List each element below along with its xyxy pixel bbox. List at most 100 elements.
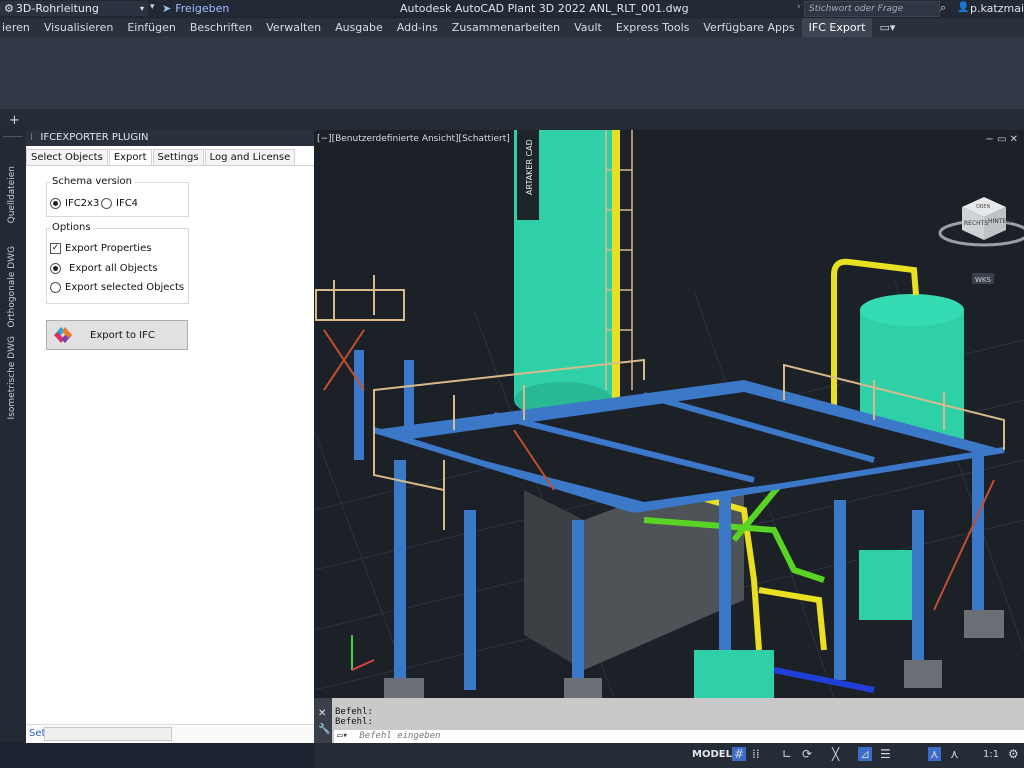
radio-export-selected[interactable]: Export selected Objects <box>50 282 184 293</box>
radio-empty-icon <box>50 282 61 293</box>
workspace-label: 3D-Rohrleitung <box>15 2 99 15</box>
app-title: Autodesk AutoCAD Plant 3D 2022 ANL_RLT_0… <box>400 2 689 15</box>
set-bar: Set <box>26 724 314 743</box>
lineweight-icon[interactable]: ☰ <box>880 747 891 761</box>
command-icon-strip: ✕ 🔧 <box>314 698 332 743</box>
annotation-scale-icon[interactable]: ⋏ <box>928 747 941 761</box>
polar-icon[interactable]: ⟳ <box>802 747 812 761</box>
radio-ifc2x3[interactable]: IFC2x3 <box>50 198 99 209</box>
grip-icon <box>3 136 23 143</box>
model-viewport[interactable]: ARTAKER CAD RECHTS HINTEN OBEN WKS [−][B… <box>314 130 1024 698</box>
checkmark-icon: ✓ <box>50 243 61 254</box>
tab-add-ins[interactable]: Add-ins <box>390 18 445 37</box>
tab-settings[interactable]: Settings <box>152 149 204 165</box>
ribbon-panel <box>0 37 1024 109</box>
paper-plane-icon: ➤ <box>162 2 172 15</box>
isodraft-icon[interactable]: ╳ <box>832 747 839 761</box>
radio-selected-icon <box>50 263 61 274</box>
viewport-controls-label[interactable]: [−][Benutzerdefinierte Ansicht][Schattie… <box>317 134 510 144</box>
workspace-dropdown[interactable]: ⚙ 3D-Rohrleitung ▾ <box>0 1 148 16</box>
tab-visualisieren[interactable]: Visualisieren <box>37 18 120 37</box>
search-icon[interactable]: ⌕ <box>940 1 946 15</box>
schema-version-label: Schema version <box>50 176 135 187</box>
quick-access-menu-icon[interactable]: ▾ <box>150 2 155 12</box>
export-all-label: Export all Objects <box>69 263 158 274</box>
grip-icon: ⁞ <box>30 132 34 143</box>
side-tab-quelldateien[interactable]: Quelldateien <box>7 166 17 223</box>
ifc-logo-icon <box>54 327 72 343</box>
viewcube-left-label: RECHTS <box>964 220 988 227</box>
ucs-icon <box>351 635 375 671</box>
gear-icon: ⚙ <box>4 2 14 15</box>
gear-icon[interactable]: ⚙ <box>1008 747 1019 761</box>
tab-vault[interactable]: Vault <box>567 18 609 37</box>
tab-ifc-export[interactable]: IFC Export <box>801 18 873 37</box>
command-placeholder: Befehl eingeben <box>359 731 441 741</box>
vessel-label: ARTAKER CAD <box>525 139 534 195</box>
tab-ieren[interactable]: ieren <box>0 18 37 37</box>
tab-ausgabe[interactable]: Ausgabe <box>328 18 390 37</box>
close-icon[interactable]: ✕ <box>318 708 326 719</box>
export-to-ifc-button[interactable]: Export to IFC <box>46 320 188 350</box>
tab-divider <box>26 165 314 166</box>
tab-zusammenarbeiten[interactable]: Zusammenarbeiten <box>445 18 567 37</box>
tab-log-and-license[interactable]: Log and License <box>204 149 296 165</box>
status-left-area <box>0 743 314 768</box>
side-tab-isometrische-dwg[interactable]: Isometrische DWG <box>7 336 17 419</box>
command-area: ✕ 🔧 Befehl: Befehl: ▭▾ Befehl eingeben <box>314 698 1024 743</box>
options-label: Options <box>50 222 93 233</box>
user-icon: 👤 <box>957 2 970 13</box>
tab-express-tools[interactable]: Express Tools <box>609 18 697 37</box>
ribbon-display-toggle-icon[interactable]: ▭▾ <box>872 18 902 37</box>
grid-icon[interactable]: # <box>732 747 747 761</box>
help-search-input[interactable]: Stichwort oder Frage eingeben <box>804 1 940 28</box>
tab-verwalten[interactable]: Verwalten <box>259 18 328 37</box>
tab-verfuegbare-apps[interactable]: Verfügbare Apps <box>696 18 801 37</box>
file-tab-bar <box>0 112 1024 130</box>
viewcube-right-label: HINTEN <box>988 218 1011 225</box>
side-palette-strip: Quelldateien Orthogonale DWG Isometrisch… <box>0 130 26 742</box>
plant-3d-model: ARTAKER CAD RECHTS HINTEN OBEN WKS <box>314 130 1024 698</box>
command-prompt-icon: ▭▾ <box>337 731 348 741</box>
set-link[interactable]: Set <box>29 728 45 739</box>
tab-einfuegen[interactable]: Einfügen <box>120 18 183 37</box>
share-label: Freigeben <box>175 2 230 15</box>
export-selected-label: Export selected Objects <box>65 282 185 293</box>
share-button[interactable]: ➤ Freigeben <box>162 1 229 16</box>
export-to-ifc-label: Export to IFC <box>90 329 155 341</box>
ifc2x3-label: IFC2x3 <box>65 198 100 209</box>
plugin-panel-title: IFCEXPORTER PLUGIN <box>40 132 149 143</box>
plugin-panel: Select Objects Export Settings Log and L… <box>26 146 314 743</box>
export-properties-checkbox[interactable]: ✓ Export Properties <box>50 243 151 254</box>
wrench-icon[interactable]: 🔧 <box>318 724 330 735</box>
command-input[interactable]: ▭▾ Befehl eingeben <box>334 730 1024 743</box>
command-history-line: Befehl: <box>335 717 373 727</box>
annotation-visibility-icon[interactable]: ⋏ <box>950 747 959 761</box>
scale-label[interactable]: 1:1 <box>983 749 999 760</box>
user-name[interactable]: p.katzmaier@ <box>970 2 1024 15</box>
ribbon-tab-bar: ieren Visualisieren Einfügen Beschriften… <box>0 18 1024 37</box>
ifc4-label: IFC4 <box>116 198 139 209</box>
wcs-label[interactable]: WKS <box>975 276 992 284</box>
viewport-window-controls[interactable]: − ▭ ✕ <box>985 134 1018 145</box>
osnap-icon[interactable]: ⊿ <box>858 747 873 761</box>
side-tab-orthogonale-dwg[interactable]: Orthogonale DWG <box>7 246 17 328</box>
tab-select-objects[interactable]: Select Objects <box>26 149 108 165</box>
ortho-icon[interactable]: ∟ <box>782 747 792 761</box>
view-cube[interactable]: RECHTS HINTEN OBEN <box>938 197 1024 247</box>
export-properties-label: Export Properties <box>65 243 152 254</box>
snap-icon[interactable]: ⁞⁞ <box>752 747 760 761</box>
radio-export-all[interactable]: Export all Objects <box>50 263 158 274</box>
tab-beschriften[interactable]: Beschriften <box>183 18 259 37</box>
viewcube-top-label: OBEN <box>976 204 991 210</box>
set-input[interactable] <box>44 727 172 741</box>
new-tab-plus-icon[interactable]: + <box>9 113 20 128</box>
tab-export[interactable]: Export <box>108 149 152 166</box>
command-history-line: Befehl: <box>335 707 373 717</box>
radio-ifc4[interactable]: IFC4 <box>101 198 138 209</box>
plugin-tab-strip: Select Objects Export Settings Log and L… <box>26 149 296 166</box>
chevron-down-icon: ▾ <box>139 4 144 13</box>
plugin-panel-header[interactable]: ⁞ IFCEXPORTER PLUGIN <box>26 130 314 146</box>
radio-empty-icon <box>101 198 112 209</box>
search-expand-icon[interactable]: › <box>797 2 801 12</box>
